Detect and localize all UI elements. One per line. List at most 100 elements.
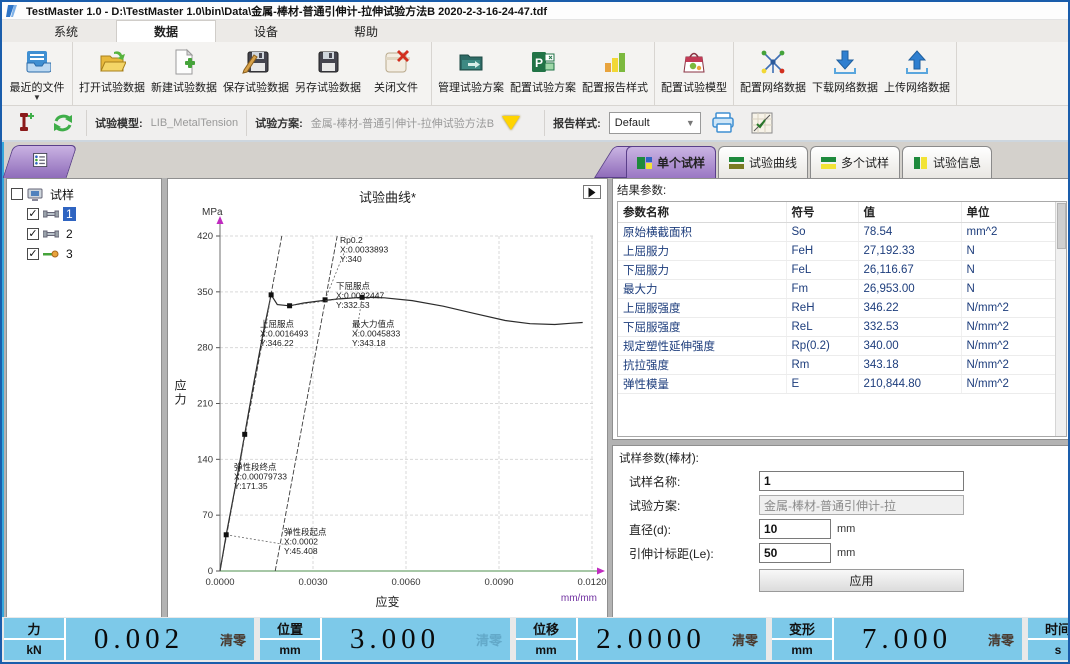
results-table[interactable]: 参数名称 符号 值 单位 原始横截面积So78.54mm^2上屈服力FeH27,… [618, 202, 1056, 394]
scrollbar-thumb[interactable] [1057, 203, 1066, 249]
specimen-name-input[interactable] [759, 471, 964, 491]
item-checkbox[interactable]: ✓ [27, 228, 39, 240]
close-file-label: 关闭文件 [374, 79, 418, 95]
config-report-style-button[interactable]: 配置报告样式 [579, 42, 651, 105]
results-row[interactable]: 弹性模量E210,844.80N/mm^2 [618, 375, 1056, 394]
svg-text:Y:45.408: Y:45.408 [284, 546, 318, 556]
test-info-icon [913, 156, 928, 170]
x-axis-label: 应变 [168, 593, 607, 610]
model-value: LIB_MetalTension [151, 117, 238, 129]
menu-help[interactable]: 帮助 [316, 20, 416, 42]
params-title: 试样参数(棒材): [619, 450, 1065, 466]
add-specimen-button[interactable] [10, 109, 40, 137]
menu-device[interactable]: 设备 [216, 20, 316, 42]
scheme-warning-icon[interactable] [502, 116, 520, 130]
results-scrollbar[interactable] [1055, 202, 1066, 436]
specimen-icon [43, 229, 59, 239]
results-row[interactable]: 规定塑性延伸强度Rp(0.2)340.00N/mm^2 [618, 337, 1056, 356]
chart-popout-button[interactable] [583, 185, 601, 199]
deformation-clear-button[interactable]: 清零 [980, 618, 1022, 660]
save-as-data-button[interactable]: 另存试验数据 [292, 42, 364, 105]
results-cell: 上屈服强度 [618, 299, 786, 318]
svg-text:420: 420 [197, 231, 213, 242]
tab-test-curve[interactable]: 试验曲线 [718, 146, 808, 178]
channel-unit: kN [4, 640, 64, 660]
tab-multi-specimen[interactable]: 多个试样 [810, 146, 900, 178]
tree-root-row[interactable]: 试样 [11, 184, 157, 204]
results-row[interactable]: 下屈服力FeL26,116.67N [618, 261, 1056, 280]
tree-item-2[interactable]: ✓ 2 [27, 224, 157, 244]
position-clear-button[interactable]: 清零 [468, 618, 510, 660]
specimen-add-icon [13, 111, 37, 135]
channel-unit: mm [516, 640, 576, 660]
svg-text:最大力值点: 最大力值点 [352, 319, 395, 329]
results-row[interactable]: 上屈服力FeH27,192.33N [618, 242, 1056, 261]
svg-text:上屈服点: 上屈服点 [260, 319, 295, 329]
svg-text:140: 140 [197, 454, 213, 465]
upload-network-button[interactable]: 上传网络数据 [881, 42, 953, 105]
config-network-button[interactable]: 配置网络数据 [737, 42, 809, 105]
item-checkbox[interactable]: ✓ [27, 208, 39, 220]
results-row[interactable]: 上屈服强度ReH346.22N/mm^2 [618, 299, 1056, 318]
results-cell: 弹性模量 [618, 375, 786, 394]
col-value[interactable]: 值 [858, 202, 961, 223]
config-model-button[interactable]: 配置试验模型 [658, 42, 730, 105]
results-row[interactable]: 抗拉强度Rm343.18N/mm^2 [618, 356, 1056, 375]
upload-network-label: 上传网络数据 [884, 79, 950, 95]
col-param-name[interactable]: 参数名称 [618, 202, 786, 223]
recent-files-button[interactable]: 最近的文件 ▼ [5, 42, 69, 105]
results-row[interactable]: 最大力Fm26,953.00N [618, 280, 1056, 299]
open-data-button[interactable]: 打开试验数据 [76, 42, 148, 105]
results-row[interactable]: 下屈服强度ReL332.53N/mm^2 [618, 318, 1056, 337]
specimen-active-icon [43, 249, 59, 259]
displacement-clear-button[interactable]: 清零 [724, 618, 766, 660]
tab-sample-list[interactable] [3, 145, 78, 178]
svg-text:Y:346.22: Y:346.22 [260, 338, 294, 348]
manage-scheme-button[interactable]: 管理试验方案 [435, 42, 507, 105]
gauge-length-unit: mm [837, 547, 855, 559]
menu-data[interactable]: 数据 [116, 20, 216, 42]
new-file-icon [170, 48, 198, 76]
close-file-button[interactable]: 关闭文件 [364, 42, 428, 105]
svg-text:0: 0 [208, 566, 213, 577]
tree-item-3[interactable]: ✓ 3 [27, 244, 157, 264]
specimen-name-label: 试样名称: [629, 473, 759, 490]
save-data-label: 保存试验数据 [223, 79, 289, 95]
diameter-input[interactable] [759, 519, 831, 539]
title-bar: TestMaster 1.0 - D:\TestMaster 1.0\bin\D… [2, 2, 1068, 20]
report-preview-button[interactable] [747, 109, 777, 137]
results-cell: Rm [786, 356, 858, 375]
stress-strain-chart[interactable]: 0701402102803504200.00000.00300.00600.00… [168, 179, 607, 617]
download-network-button[interactable]: 下载网络数据 [809, 42, 881, 105]
refresh-button[interactable] [48, 109, 78, 137]
ribbon-group-model: 配置试验模型 [655, 42, 734, 105]
new-data-button[interactable]: 新建试验数据 [148, 42, 220, 105]
report-style-select[interactable]: Default ▼ [609, 112, 701, 134]
tree-item-1[interactable]: ✓ 1 [27, 204, 157, 224]
menu-system[interactable]: 系统 [16, 20, 116, 42]
svg-text:Y:332.53: Y:332.53 [336, 300, 370, 310]
x-axis-unit: mm/mm [561, 593, 597, 604]
tab-single-specimen[interactable]: 单个试样 [626, 146, 716, 178]
save-data-button[interactable]: 保存试验数据 [220, 42, 292, 105]
config-scheme-button[interactable]: P 配置试验方案 [507, 42, 579, 105]
col-symbol[interactable]: 符号 [786, 202, 858, 223]
results-cell: N/mm^2 [961, 375, 1056, 394]
param-row-scheme: 试验方案: [629, 493, 1065, 517]
results-row[interactable]: 原始横截面积So78.54mm^2 [618, 223, 1056, 242]
upload-arrow-icon [903, 48, 931, 76]
tab-test-info[interactable]: 试验信息 [902, 146, 992, 178]
apply-button[interactable]: 应用 [759, 569, 964, 592]
ribbon-group-scheme: 管理试验方案 P 配置试验方案 配置报告样式 [432, 42, 655, 105]
config-model-bag-icon [680, 48, 708, 76]
results-cell: 抗拉强度 [618, 356, 786, 375]
root-checkbox[interactable] [11, 188, 23, 200]
gauge-length-input[interactable] [759, 543, 831, 563]
force-clear-button[interactable]: 清零 [212, 618, 254, 660]
item-checkbox[interactable]: ✓ [27, 248, 39, 260]
results-cell: FeL [786, 261, 858, 280]
col-unit[interactable]: 单位 [961, 202, 1056, 223]
results-cell: 340.00 [858, 337, 961, 356]
print-report-button[interactable] [709, 109, 739, 137]
manage-scheme-folder-icon [457, 48, 485, 76]
